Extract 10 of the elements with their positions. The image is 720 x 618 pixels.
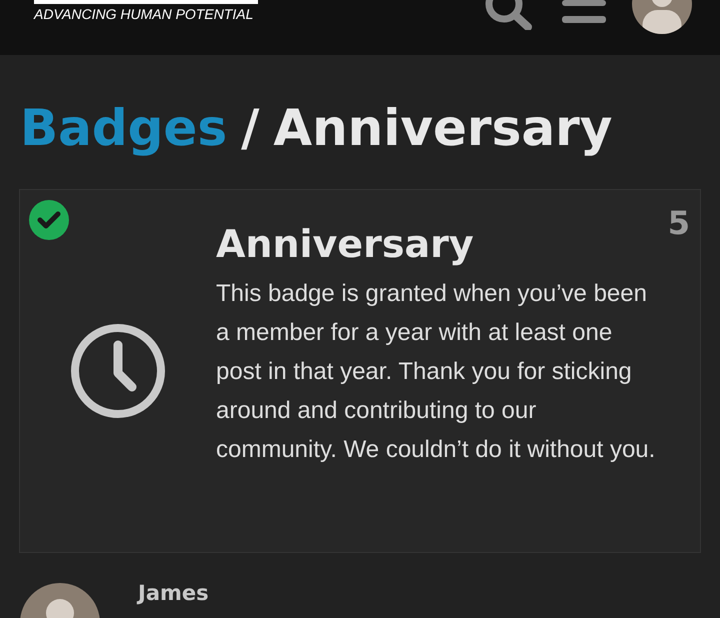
badge-count: 5 [668, 204, 690, 242]
member-name[interactable]: James [138, 581, 209, 605]
logo-tagline: ADVANCING HUMAN POTENTIAL [34, 6, 254, 22]
badge-description: This badge is granted when you’ve been a member for a year with at least one post in that year. Thank you for sticking around and contributing to our community. We couldn’t do it without you. [216, 279, 656, 465]
menu-icon[interactable] [562, 0, 606, 24]
badge-title: Anniversary [216, 222, 475, 266]
breadcrumb-separator: / [241, 99, 260, 157]
clock-icon [70, 323, 166, 419]
page-title: Anniversary [273, 99, 612, 157]
breadcrumb-link[interactable]: Badges [20, 99, 228, 157]
